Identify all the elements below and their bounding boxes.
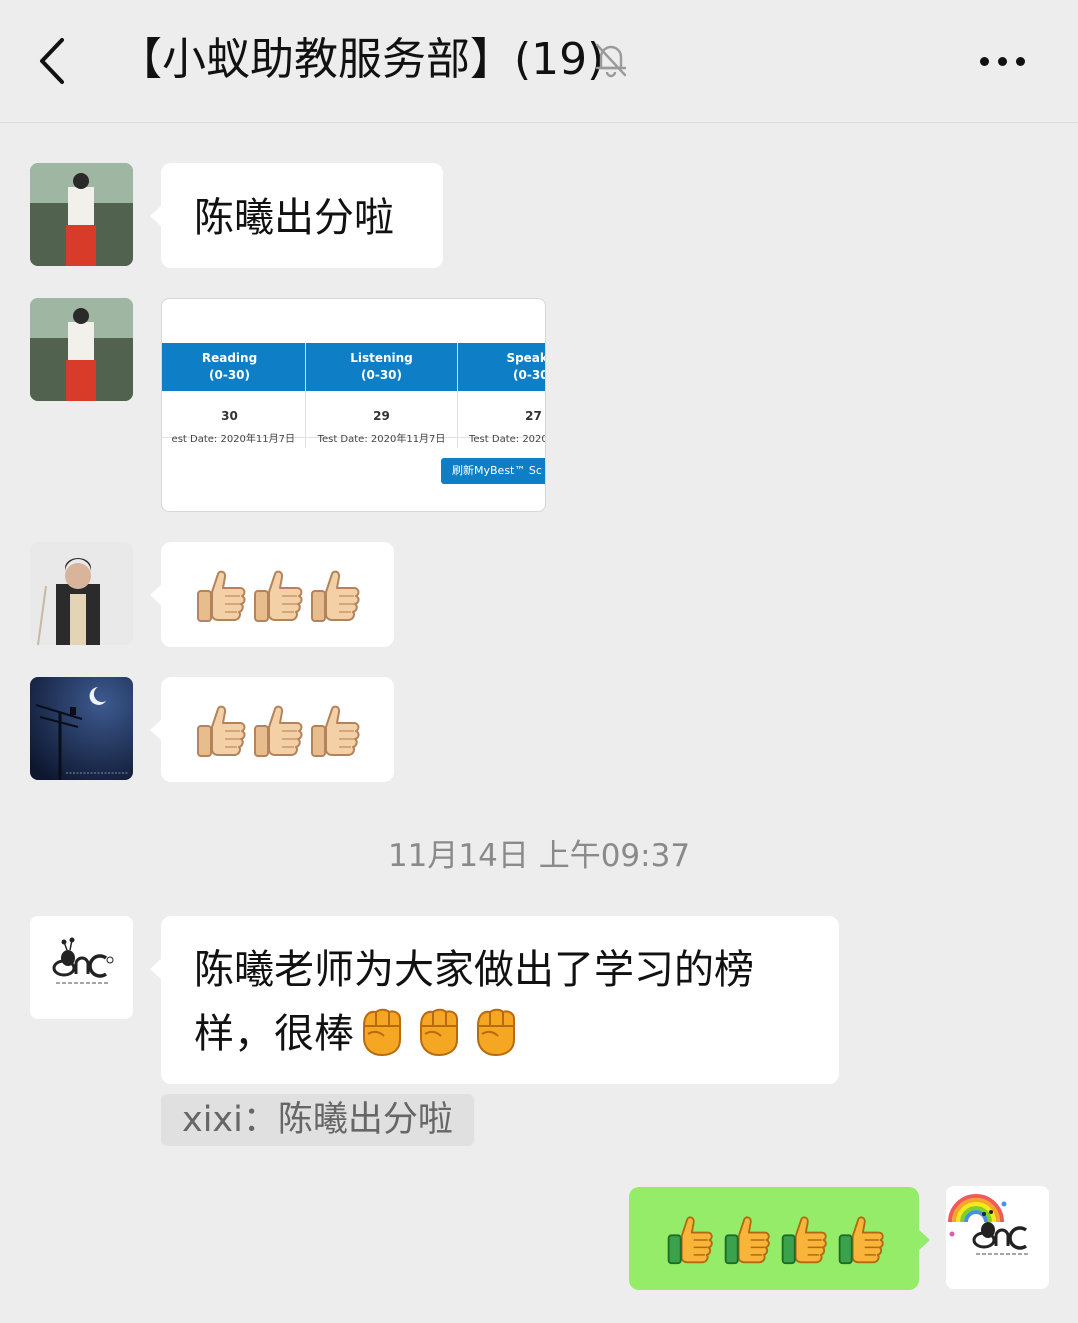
thumbs-up-emoji [308,703,362,759]
thumbs-up-emoji [194,568,248,624]
thumbs-up-emoji [251,703,305,759]
message-line: 样，很棒 [194,1002,839,1066]
message-bubble[interactable] [150,677,394,782]
score-cell: 30 est Date: 2020年11月7日 [162,391,306,448]
avatar[interactable] [30,298,133,401]
message-bubble[interactable]: 陈曦老师为大家做出了学习的榜 样，很棒 [150,916,839,1084]
avatar[interactable] [30,163,133,266]
score-cell: 29 Test Date: 2020年11月7日 [306,391,458,448]
thumbs-up-emoji [778,1214,830,1266]
thumbs-up-emoji [664,1214,716,1266]
emoji-row [664,1214,887,1266]
message-text: 陈曦出分啦 [194,195,394,241]
score-report-image[interactable]: Reading(0-30) Listening(0-30) Speakin(0-… [161,298,546,512]
emoji-row [194,703,362,759]
score-column-header: Speakin(0-30) [458,343,545,391]
thumbs-up-emoji [251,568,305,624]
avatar[interactable] [30,916,133,1019]
chat-header: 【小蚁助教服务部】(19) [0,0,1078,123]
message-bubble[interactable]: 陈曦出分啦 [150,163,443,268]
avatar[interactable] [30,542,133,645]
more-options-icon[interactable] [980,50,1036,72]
score-column-header: Listening (0-30) [306,343,458,391]
quoted-message[interactable]: xixi：陈曦出分啦 [161,1094,474,1146]
thumbs-up-emoji [308,568,362,624]
score-cell: 27Test Date: 2020年 [458,391,545,445]
message-timestamp: 11月14日 上午09:37 [387,838,691,874]
message-bubble-self[interactable] [629,1187,930,1290]
thumbs-up-emoji [835,1214,887,1266]
emoji-row [194,568,362,624]
avatar-self[interactable] [946,1186,1049,1289]
thumbs-up-emoji [721,1214,773,1266]
mute-bell-icon [594,42,628,78]
raised-fist-emoji [356,1006,408,1062]
back-arrow-icon[interactable] [36,36,70,86]
raised-fist-emoji [413,1006,465,1062]
refresh-mybest-button: 刷新MyBest™ Sc [441,458,545,484]
raised-fist-emoji [470,1006,522,1062]
chat-title[interactable]: 【小蚁助教服务部】(19) [118,30,604,90]
message-bubble[interactable] [150,542,394,647]
avatar[interactable] [30,677,133,780]
thumbs-up-emoji [194,703,248,759]
score-column-header: Reading (0-30) [162,343,306,391]
message-text: 样，很棒 [194,1011,354,1057]
message-text: 陈曦老师为大家做出了学习的榜 [194,947,754,993]
